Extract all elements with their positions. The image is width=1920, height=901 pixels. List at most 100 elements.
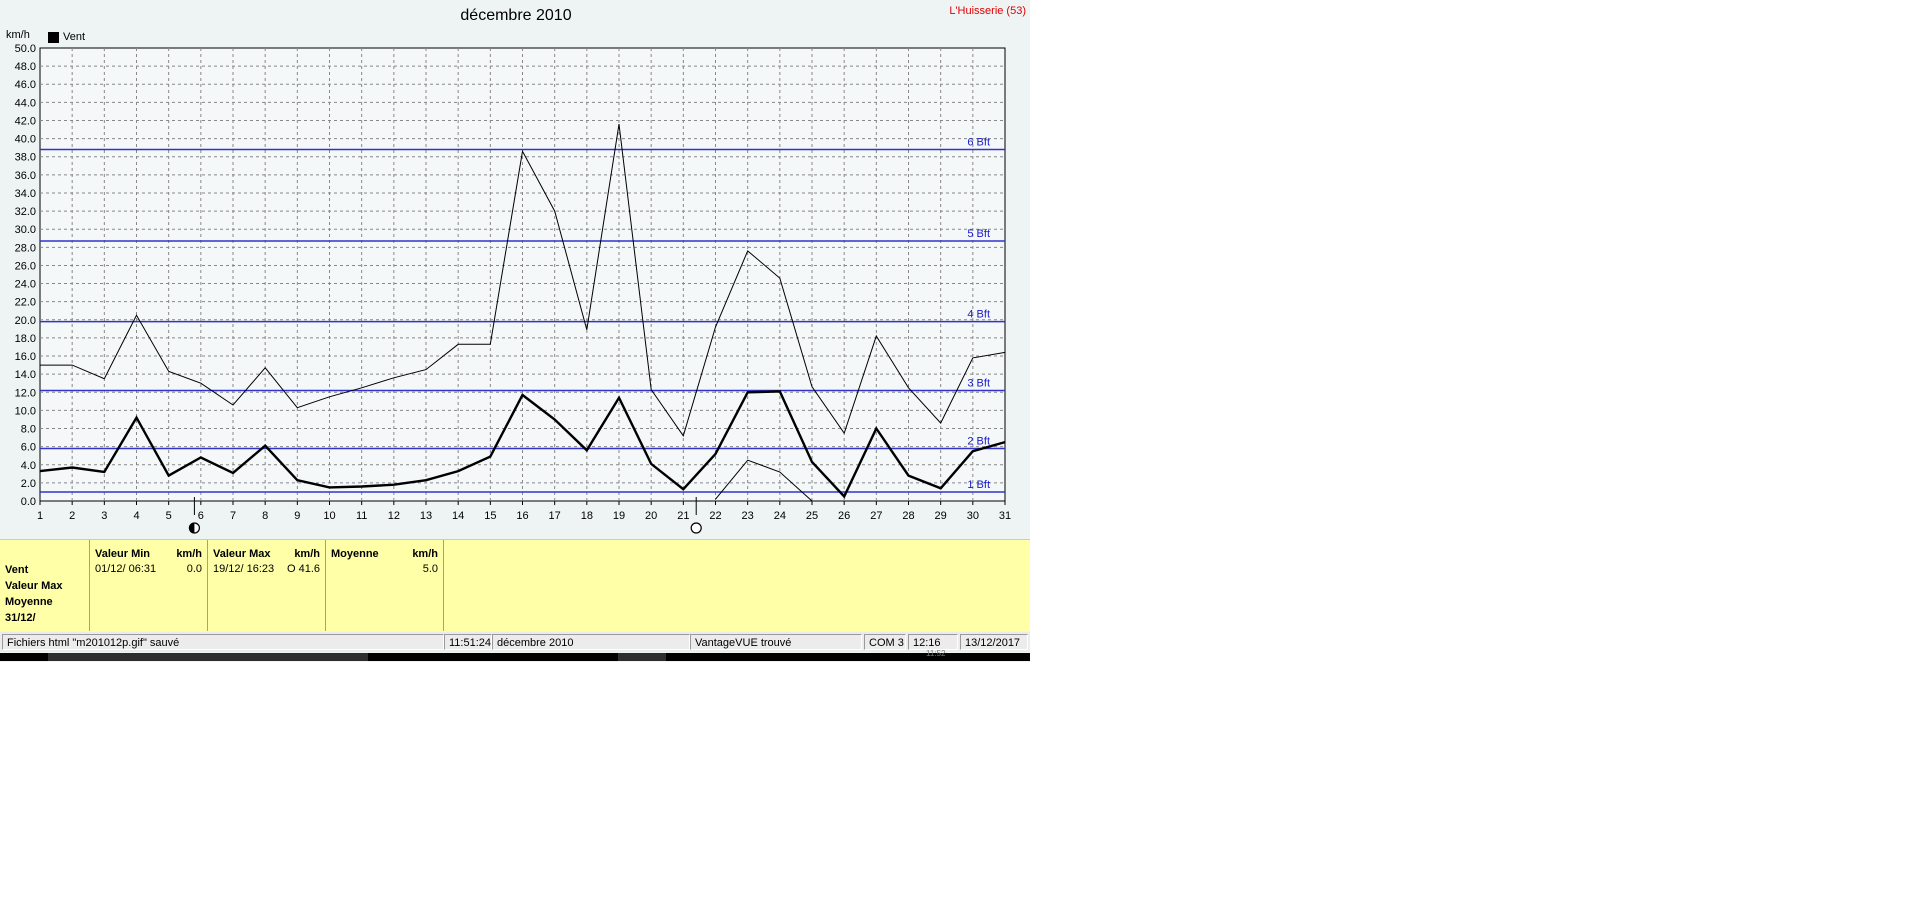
y-tick-label: 42.0 bbox=[15, 115, 36, 127]
chart: décembre 2010 km/h 0.0 2.0 4.0 6.0 8.0 10.0 12.0… bbox=[6, 7, 1011, 534]
stats-avg-unit: km/h bbox=[412, 548, 438, 560]
x-tick-label: 27 bbox=[870, 510, 882, 522]
y-tick-label: 30.0 bbox=[15, 224, 36, 236]
x-tick-label: 9 bbox=[294, 510, 300, 522]
stats-avg-column: Moyenne km/h 5.0 bbox=[326, 540, 444, 631]
x-tick-label: 1 bbox=[37, 510, 43, 522]
x-tick-label: 20 bbox=[645, 510, 657, 522]
stats-label-date: 31/12/ bbox=[5, 612, 36, 624]
moon-phase-icon bbox=[690, 522, 702, 534]
stats-avg-header: Moyenne bbox=[331, 548, 379, 560]
x-tick-label: 30 bbox=[967, 510, 979, 522]
y-tick-label: 6.0 bbox=[21, 442, 36, 454]
stats-min-value: 0.0 bbox=[186, 563, 202, 575]
beaufort-label: 2 Bft bbox=[967, 435, 990, 447]
stats-max-value: O 41.6 bbox=[286, 563, 320, 575]
y-tick-label: 10.0 bbox=[15, 405, 36, 417]
x-tick-label: 4 bbox=[133, 510, 139, 522]
taskbar-segment bbox=[618, 653, 666, 661]
x-tick-label: 23 bbox=[742, 510, 754, 522]
x-tick-label: 21 bbox=[677, 510, 689, 522]
chart-title: décembre 2010 bbox=[460, 7, 571, 24]
legend-label-vent: Vent bbox=[63, 31, 86, 43]
x-tick-label: 28 bbox=[902, 510, 914, 522]
y-tick-label: 8.0 bbox=[21, 424, 36, 436]
taskbar-strip: 11:52 bbox=[0, 649, 1030, 661]
y-tick-label: 44.0 bbox=[15, 97, 36, 109]
y-tick-label: 32.0 bbox=[15, 206, 36, 218]
y-tick-label: 16.0 bbox=[15, 351, 36, 363]
status-port: COM 3 bbox=[864, 634, 906, 650]
x-tick-label: 12 bbox=[388, 510, 400, 522]
x-tick-label: 15 bbox=[484, 510, 496, 522]
status-message: Fichiers html "m201012p.gif" sauvé bbox=[2, 634, 444, 650]
x-tick-label: 17 bbox=[549, 510, 561, 522]
x-tick-label: 6 bbox=[198, 510, 204, 522]
chart-legend: Vent bbox=[48, 31, 85, 43]
beaufort-label: 1 Bft bbox=[967, 479, 990, 491]
taskbar-clock-fragment: 11:52 bbox=[926, 649, 946, 658]
stats-max-date: 19/12/ 16:23 bbox=[213, 563, 275, 575]
stats-min-column: Valeur Min km/h 01/12/ 06:31 0.0 bbox=[90, 540, 208, 631]
x-tick-label: 24 bbox=[774, 510, 786, 522]
y-tick-label: 46.0 bbox=[15, 79, 36, 91]
y-tick-label: 18.0 bbox=[15, 333, 36, 345]
y-tick-label: 38.0 bbox=[15, 152, 36, 164]
x-tick-label: 26 bbox=[838, 510, 850, 522]
beaufort-label: 5 Bft bbox=[967, 228, 990, 240]
x-tick-label: 11 bbox=[356, 510, 367, 522]
station-name: L'Huisserie (53) bbox=[949, 5, 1026, 17]
x-tick-label: 31 bbox=[999, 510, 1011, 522]
y-tick-label: 24.0 bbox=[15, 279, 36, 291]
stats-avg-value: 5.0 bbox=[422, 563, 438, 575]
x-tick-label: 14 bbox=[452, 510, 464, 522]
x-tick-label: 2 bbox=[69, 510, 75, 522]
x-tick-label: 19 bbox=[613, 510, 625, 522]
beaufort-label: 6 Bft bbox=[967, 136, 990, 148]
x-tick-label: 10 bbox=[323, 510, 335, 522]
stats-row-labels: Vent Valeur Max Moyenne 31/12/ bbox=[0, 540, 90, 631]
x-tick-label: 22 bbox=[709, 510, 721, 522]
x-tick-label: 8 bbox=[262, 510, 268, 522]
y-tick-label: 20.0 bbox=[15, 315, 36, 327]
stats-label-valeur-max: Valeur Max bbox=[5, 580, 63, 592]
x-tick-label: 25 bbox=[806, 510, 818, 522]
y-tick-label: 34.0 bbox=[15, 188, 36, 200]
status-date: 13/12/2017 bbox=[960, 634, 1028, 650]
beaufort-label: 3 Bft bbox=[967, 377, 990, 389]
y-axis-unit: km/h bbox=[6, 29, 30, 41]
y-tick-label: 0.0 bbox=[21, 496, 36, 508]
x-tick-label: 18 bbox=[581, 510, 593, 522]
stats-max-header: Valeur Max bbox=[213, 548, 271, 560]
status-console: VantageVUE trouvé bbox=[690, 634, 862, 650]
y-tick-label: 50.0 bbox=[15, 43, 36, 55]
legend-swatch-vent bbox=[48, 31, 59, 43]
taskbar-segment bbox=[48, 653, 368, 661]
x-tick-label: 5 bbox=[166, 510, 172, 522]
beaufort-label: 4 Bft bbox=[967, 309, 990, 321]
stats-panel: Vent Valeur Max Moyenne 31/12/ Valeur Mi… bbox=[0, 539, 1030, 631]
y-tick-label: 40.0 bbox=[15, 134, 36, 146]
stats-min-date: 01/12/ 06:31 bbox=[95, 563, 157, 575]
y-tick-label: 48.0 bbox=[15, 61, 36, 73]
status-time: 11:51:24 bbox=[444, 634, 492, 650]
y-tick-label: 4.0 bbox=[21, 460, 36, 472]
status-period: décembre 2010 bbox=[492, 634, 690, 650]
x-tick-label: 29 bbox=[935, 510, 947, 522]
stats-label-vent: Vent bbox=[5, 564, 29, 576]
stats-label-moyenne: Moyenne bbox=[5, 596, 53, 608]
stats-max-column: Valeur Max km/h 19/12/ 16:23 O 41.6 bbox=[208, 540, 326, 631]
application-window: décembre 2010 km/h 0.0 2.0 4.0 6.0 8.0 10.0 12.0… bbox=[0, 0, 1030, 662]
y-tick-label: 2.0 bbox=[21, 478, 36, 490]
y-tick-label: 26.0 bbox=[15, 260, 36, 272]
y-tick-label: 22.0 bbox=[15, 297, 36, 309]
status-clock: 12:16 bbox=[908, 634, 958, 650]
x-tick-label: 13 bbox=[420, 510, 432, 522]
stats-max-unit: km/h bbox=[294, 548, 320, 560]
x-tick-label: 16 bbox=[516, 510, 528, 522]
y-tick-label: 14.0 bbox=[15, 369, 36, 381]
stats-min-header: Valeur Min bbox=[95, 548, 151, 560]
stats-min-unit: km/h bbox=[176, 548, 202, 560]
y-tick-label: 28.0 bbox=[15, 242, 36, 254]
status-bar: Fichiers html "m201012p.gif" sauvé 11:51… bbox=[0, 632, 1030, 652]
